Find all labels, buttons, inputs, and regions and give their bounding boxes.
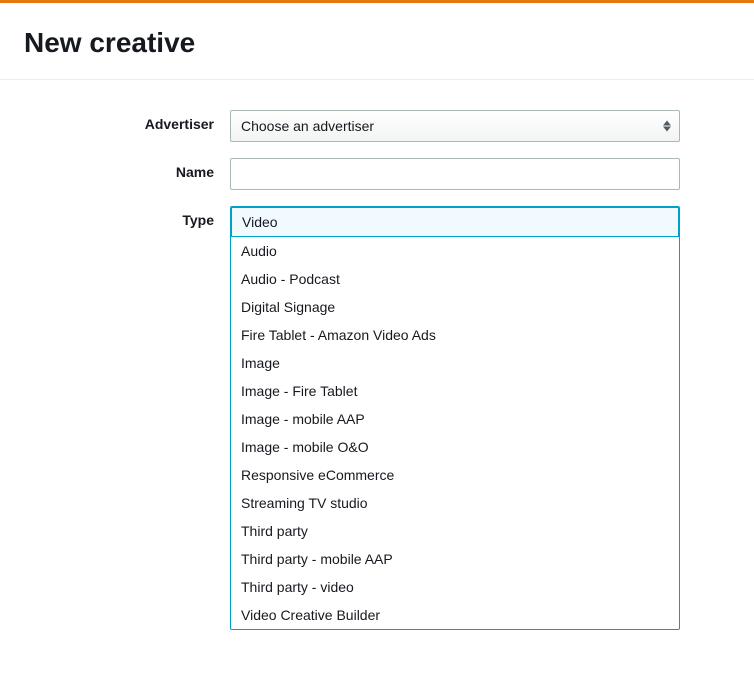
type-option[interactable]: Video Creative Builder xyxy=(231,601,679,629)
type-option[interactable]: Third party xyxy=(231,517,679,545)
name-control xyxy=(230,158,680,190)
advertiser-label: Advertiser xyxy=(40,110,230,132)
page-header: New creative xyxy=(0,3,754,80)
advertiser-select-value: Choose an advertiser xyxy=(241,118,374,134)
type-option[interactable]: Image - Fire Tablet xyxy=(231,377,679,405)
advertiser-row: Advertiser Choose an advertiser xyxy=(40,110,714,142)
type-row: Type Video Audio Audio - Podcast Digital… xyxy=(40,206,714,630)
name-input[interactable] xyxy=(230,158,680,190)
type-option[interactable]: Image - mobile O&O xyxy=(231,433,679,461)
advertiser-select[interactable]: Choose an advertiser xyxy=(230,110,680,142)
type-option[interactable]: Third party - video xyxy=(231,573,679,601)
form-area: Advertiser Choose an advertiser Name Typ… xyxy=(0,80,754,676)
type-option[interactable]: Video xyxy=(231,207,679,237)
type-option[interactable]: Streaming TV studio xyxy=(231,489,679,517)
type-option[interactable]: Image - mobile AAP xyxy=(231,405,679,433)
type-option[interactable]: Third party - mobile AAP xyxy=(231,545,679,573)
advertiser-control: Choose an advertiser xyxy=(230,110,680,142)
type-option[interactable]: Fire Tablet - Amazon Video Ads xyxy=(231,321,679,349)
type-option[interactable]: Audio xyxy=(231,237,679,265)
type-label: Type xyxy=(40,206,230,228)
type-option[interactable]: Digital Signage xyxy=(231,293,679,321)
page-title: New creative xyxy=(24,27,730,59)
type-select-expanded[interactable]: Video Audio Audio - Podcast Digital Sign… xyxy=(230,206,680,630)
name-row: Name xyxy=(40,158,714,190)
updown-caret-icon xyxy=(663,121,671,132)
type-option[interactable]: Responsive eCommerce xyxy=(231,461,679,489)
name-label: Name xyxy=(40,158,230,180)
type-control: Video Audio Audio - Podcast Digital Sign… xyxy=(230,206,680,630)
type-option[interactable]: Image xyxy=(231,349,679,377)
type-option[interactable]: Audio - Podcast xyxy=(231,265,679,293)
